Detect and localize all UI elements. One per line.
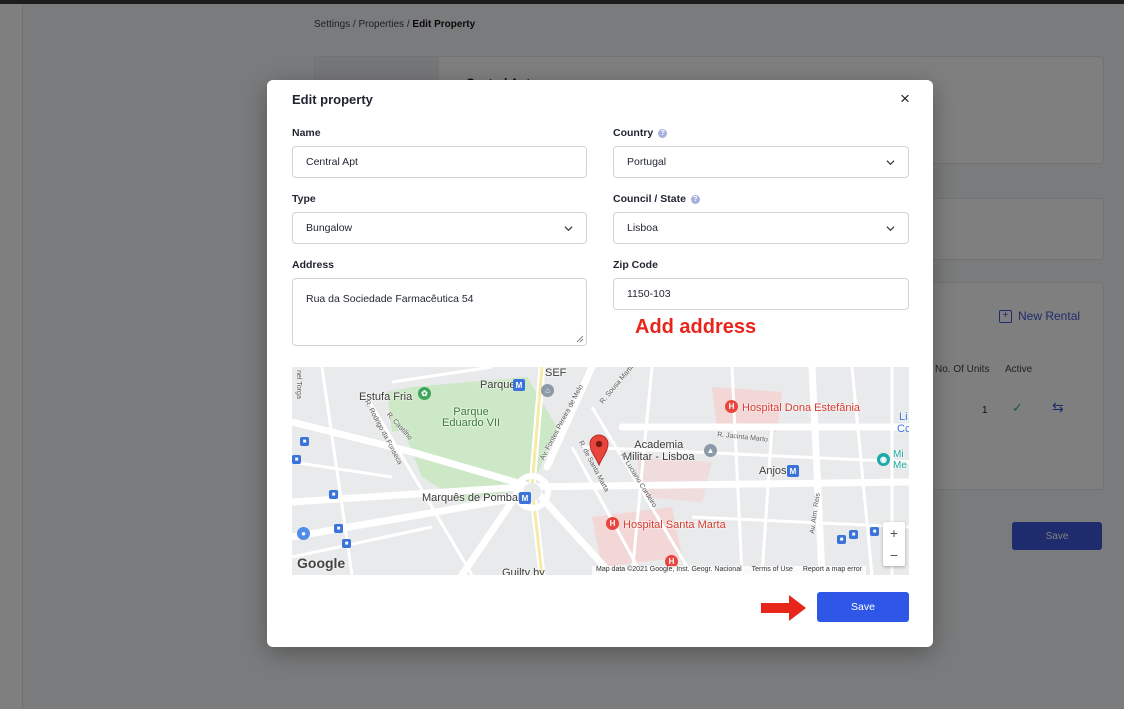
map[interactable]: Estufa Fria ✿ Parque M SEF ⌂ Parque Edua… — [292, 367, 909, 575]
chevron-down-icon — [564, 225, 573, 231]
map-label-hospital-estefania: Hospital Dona Estefânia — [742, 402, 861, 414]
hospital-icon: H — [606, 517, 619, 530]
hospital-icon: H — [725, 400, 738, 413]
park-icon: ✿ — [418, 387, 431, 400]
lock-icon: ■ — [292, 455, 301, 464]
map-label-mi: Mi — [893, 449, 904, 460]
country-select[interactable]: Portugal — [613, 146, 909, 178]
map-label-anjos: Anjos — [759, 465, 787, 477]
lock-icon: ■ — [870, 527, 879, 536]
type-select[interactable]: Bungalow — [292, 212, 587, 244]
map-label-me: Me — [893, 460, 907, 471]
zip-input[interactable]: 1150-103 — [613, 278, 909, 310]
name-label-text: Name — [292, 127, 321, 139]
lock-icon: ■ — [300, 437, 309, 446]
close-icon[interactable]: × — [900, 90, 910, 108]
map-label-hospital-marta: Hospital Santa Marta — [623, 519, 726, 531]
map-zoom-controls: + − — [883, 522, 905, 566]
country-select-value: Portugal — [627, 156, 667, 168]
lock-icon: ■ — [334, 524, 343, 533]
council-select-value: Lisboa — [627, 222, 658, 234]
zip-label-text: Zip Code — [613, 259, 658, 271]
map-label-marques: Marquês de Pombal — [422, 492, 521, 504]
address-value: Rua da Sociedade Farmacêutica 54 — [306, 293, 474, 305]
help-icon[interactable]: ? — [690, 194, 700, 204]
shopping-icon: ● — [297, 527, 310, 540]
map-label-academia: Academia Militar - Lisboa — [623, 439, 695, 463]
map-data-text: Map data ©2021 Google, Inst. Geogr. Naci… — [596, 566, 742, 573]
save-button[interactable]: Save — [817, 592, 909, 622]
country-label: Country ? — [613, 127, 668, 139]
metro-icon: M — [787, 465, 799, 477]
map-label-li: Li — [899, 411, 908, 423]
type-label: Type — [292, 193, 316, 205]
address-label-text: Address — [292, 259, 335, 271]
museum-icon: ⌂ — [541, 384, 554, 397]
map-label-torga: nel Torga — [294, 370, 302, 399]
add-address-annotation: Add address — [635, 316, 757, 338]
map-label-parque-eduardo: Parque Eduardo VII — [442, 406, 501, 429]
terms-link[interactable]: Terms of Use — [752, 566, 793, 575]
lock-icon: ■ — [329, 490, 338, 499]
zoom-out-button[interactable]: − — [883, 544, 905, 566]
lock-icon: ■ — [342, 539, 351, 548]
name-input[interactable]: Central Apt — [292, 146, 587, 178]
country-label-text: Country — [613, 127, 654, 139]
metro-icon: M — [513, 379, 525, 391]
address-label: Address — [292, 259, 334, 271]
zoom-in-button[interactable]: + — [883, 522, 905, 544]
google-logo[interactable]: Google — [297, 555, 345, 571]
address-textarea[interactable]: Rua da Sociedade Farmacêutica 54 — [292, 278, 587, 346]
council-label: Council / State ? — [613, 193, 700, 205]
map-label-guilty: Guilty by — [502, 567, 545, 575]
council-select[interactable]: Lisboa — [613, 212, 909, 244]
type-select-value: Bungalow — [306, 222, 353, 234]
name-label: Name — [292, 127, 321, 139]
report-link[interactable]: Report a map error — [803, 566, 862, 575]
modal-title: Edit property — [292, 92, 373, 107]
lock-icon: ■ — [849, 530, 858, 539]
zip-label: Zip Code — [613, 259, 658, 271]
chevron-down-icon — [886, 159, 895, 165]
edit-property-modal: Edit property × Name Central Apt Country… — [267, 80, 933, 647]
name-input-value: Central Apt — [306, 156, 358, 168]
help-icon[interactable]: ? — [658, 128, 668, 138]
map-label-sef: SEF — [545, 367, 567, 379]
resize-grip-icon[interactable] — [576, 335, 584, 343]
chevron-down-icon — [886, 225, 895, 231]
school-icon: ▲ — [704, 444, 717, 457]
council-label-text: Council / State — [613, 193, 686, 205]
type-label-text: Type — [292, 193, 316, 205]
lock-icon: ■ — [837, 535, 846, 544]
zip-input-value: 1150-103 — [627, 288, 671, 300]
map-label-parque: Parque — [480, 379, 516, 391]
red-arrow-icon — [761, 595, 806, 621]
camera-icon: ◉ — [877, 453, 890, 466]
map-attribution: Map data ©2021 Google, Inst. Geogr. Naci… — [592, 566, 867, 575]
map-label-cc: Cc — [897, 423, 909, 435]
metro-icon: M — [519, 492, 531, 504]
